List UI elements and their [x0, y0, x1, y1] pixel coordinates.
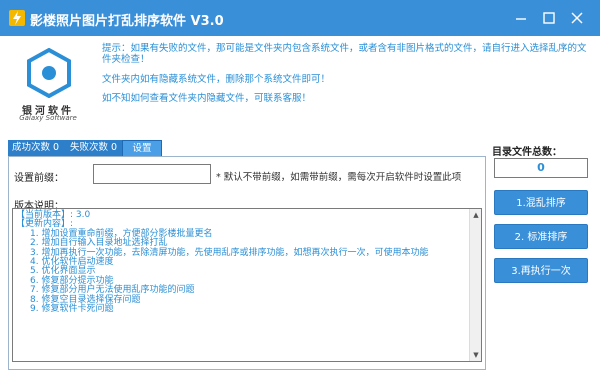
prefix-input[interactable]: [93, 164, 211, 184]
tab-fail-count[interactable]: 失败次数 0: [66, 140, 122, 156]
scroll-down-arrow-icon[interactable]: ▼: [471, 349, 481, 361]
galaxy-logo-icon: [27, 48, 71, 98]
standard-sort-button[interactable]: 2. 标准排序: [494, 224, 588, 249]
tip-contact-support: 如不知如何查看文件夹内隐藏文件，可联系客服！: [102, 93, 312, 104]
minimize-icon: [516, 18, 526, 20]
maximize-icon: [543, 12, 555, 24]
shuffle-sort-button[interactable]: 1.混乱排序: [494, 190, 588, 215]
prefix-hint: * 默认不带前缀，如需带前缀，需每次开启软件时设置此项: [216, 172, 462, 183]
tab-settings[interactable]: 设置: [122, 140, 162, 157]
dir-file-total-label: 目录文件总数：: [492, 147, 562, 158]
settings-panel: 设置前缀： * 默认不带前缀，如需带前缀，需每次开启软件时设置此项 版本说明： …: [8, 156, 486, 370]
scroll-up-arrow-icon[interactable]: ▲: [471, 209, 481, 221]
window-title: 影楼照片图片打乱排序软件 V3.0: [30, 14, 224, 29]
rerun-button[interactable]: 3.再执行一次: [494, 258, 588, 283]
notes-scrollbar[interactable]: ▲ ▼: [469, 209, 481, 361]
main-client-area: 银河软件 Galaxy Software 提示：如果有失败的文件，那可能是文件夹…: [0, 36, 600, 377]
tab-success-count[interactable]: 成功次数 0: [8, 140, 66, 156]
version-notes-textarea[interactable]: 【当前版本】: 3.0 【更新内容】: 1. 增加设置重命前缀，方便部分影楼批量…: [12, 208, 482, 362]
tip-failed-files: 提示：如果有失败的文件，那可能是文件夹内包含系统文件，或者含有非图片格式的文件，…: [102, 43, 587, 65]
prefix-label: 设置前缀：: [14, 173, 64, 184]
close-icon: [571, 12, 583, 24]
brand-name-en: Galaxy Software: [19, 114, 77, 122]
dir-file-total-value: 0: [494, 158, 588, 178]
version-notes-content: 【当前版本】: 3.0 【更新内容】: 1. 增加设置重命前缀，方便部分影楼批量…: [16, 210, 456, 314]
close-button[interactable]: [566, 8, 588, 28]
notes-line: 【当前版本】: 3.0: [16, 210, 91, 220]
title-bar: 影楼照片图片打乱排序软件 V3.0: [0, 0, 600, 36]
app-bolt-icon: [9, 10, 25, 26]
tip-hidden-files: 文件夹内如有隐藏系统文件，删除那个系统文件即可！: [102, 74, 331, 85]
notes-line: 9. 修复软件卡死问题: [30, 303, 114, 314]
minimize-button[interactable]: [510, 8, 532, 28]
maximize-button[interactable]: [538, 8, 560, 28]
